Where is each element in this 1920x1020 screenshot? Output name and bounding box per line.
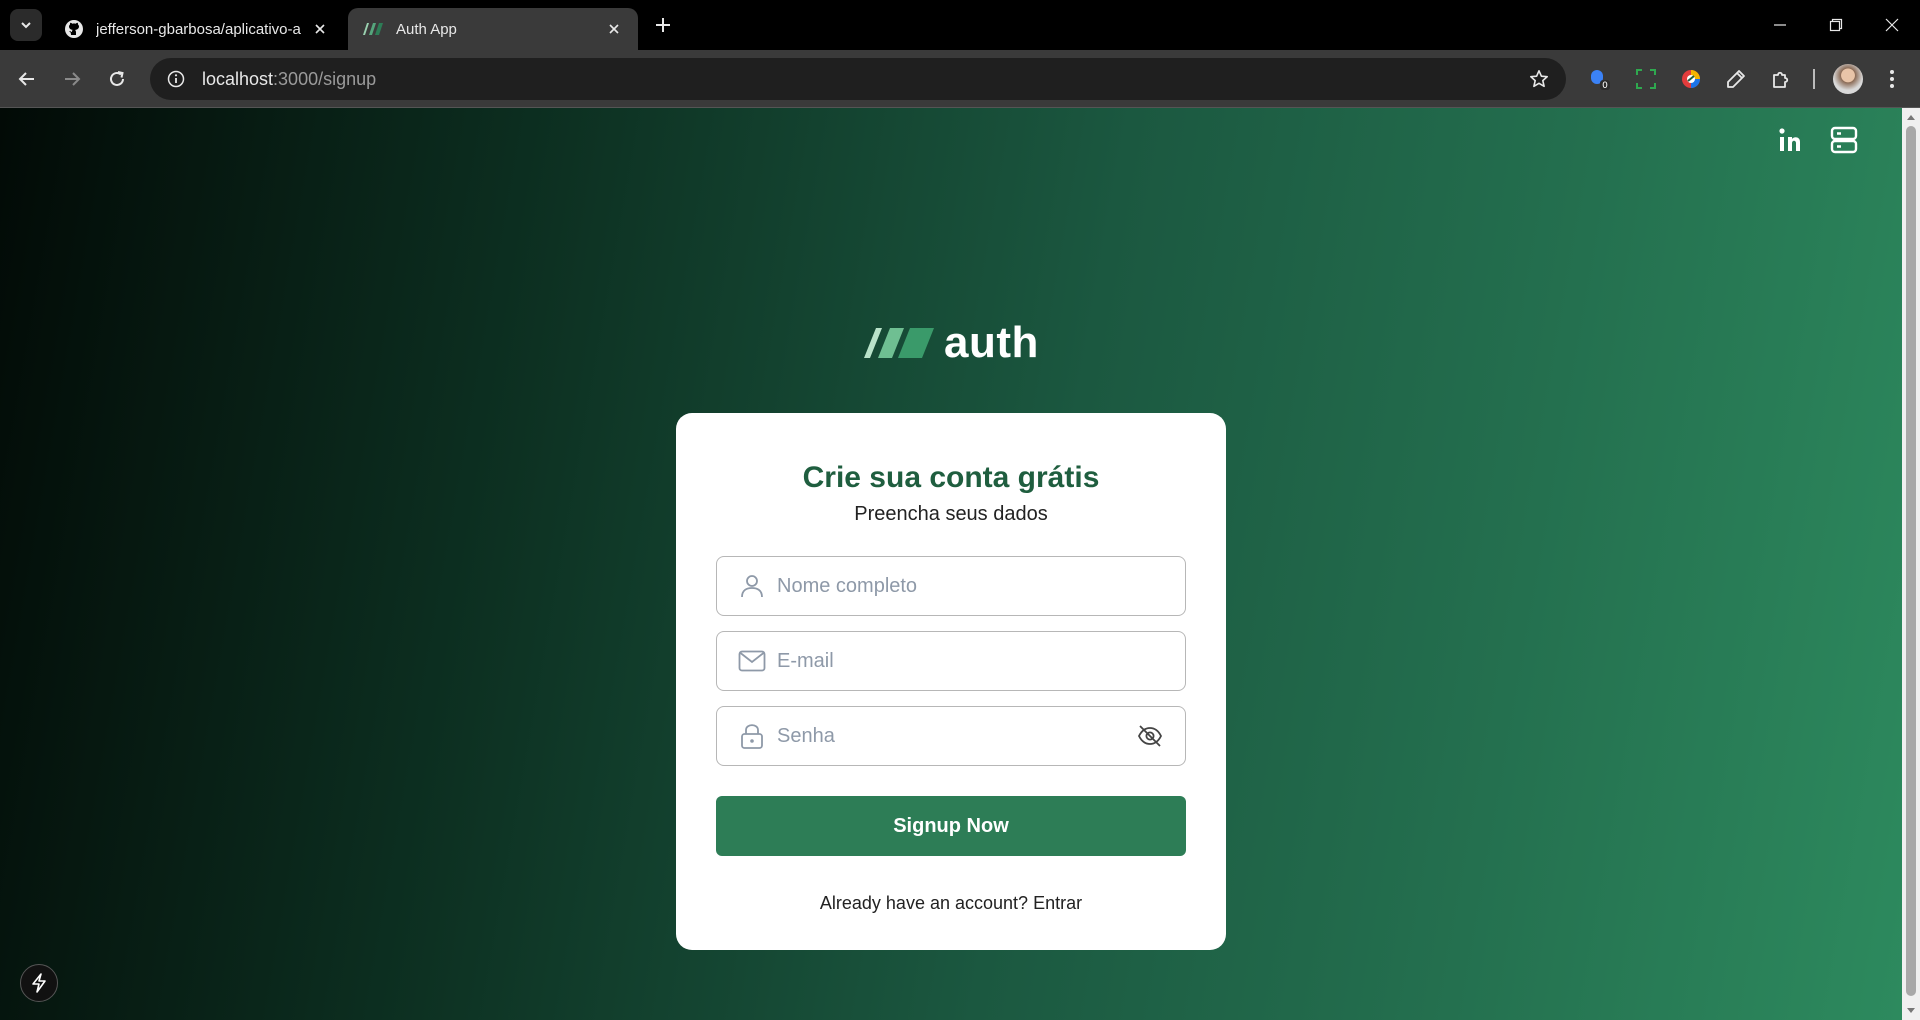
brand-logo: auth xyxy=(864,318,1039,368)
portfolio-icon[interactable] xyxy=(1828,124,1860,156)
plus-icon xyxy=(656,18,670,32)
page-title: Crie sua conta grátis xyxy=(802,461,1100,494)
extension-badge-icon[interactable]: 0 xyxy=(1585,64,1615,94)
devtools-badge[interactable] xyxy=(20,964,58,1002)
scroll-thumb[interactable] xyxy=(1906,126,1916,996)
tab-github[interactable]: jefferson-gbarbosa/aplicativo-a xyxy=(50,8,344,50)
svg-text:0: 0 xyxy=(1602,81,1608,91)
browser-menu-icon[interactable] xyxy=(1877,64,1907,94)
auth-logo-icon xyxy=(363,23,383,35)
close-icon[interactable] xyxy=(604,19,624,39)
github-icon xyxy=(65,20,83,38)
close-icon xyxy=(1885,18,1899,32)
tab-bar: jefferson-gbarbosa/aplicativo-a Auth App xyxy=(0,0,1920,50)
restore-button[interactable] xyxy=(1808,0,1864,50)
toolbar-divider xyxy=(1813,69,1815,89)
tab-search-button[interactable] xyxy=(10,9,42,41)
scroll-down-icon[interactable] xyxy=(1906,1006,1916,1016)
scroll-up-icon[interactable] xyxy=(1906,112,1916,122)
close-icon[interactable] xyxy=(310,19,330,39)
url-host: localhost xyxy=(202,68,274,89)
eye-off-icon[interactable] xyxy=(1135,721,1165,751)
site-info-icon[interactable] xyxy=(162,65,190,93)
auth-logo-icon xyxy=(864,328,934,358)
signup-button[interactable]: Signup Now xyxy=(716,796,1186,856)
lock-icon xyxy=(737,721,767,751)
tab-title: Auth App xyxy=(396,20,457,38)
brand-name: auth xyxy=(944,318,1039,367)
name-input[interactable] xyxy=(777,574,1185,598)
page-subtitle: Preencha seus dados xyxy=(854,503,1048,525)
restore-icon xyxy=(1829,18,1843,32)
url-text: localhost:3000/signup xyxy=(202,69,376,90)
email-input[interactable] xyxy=(777,649,1185,673)
minimize-icon xyxy=(1774,24,1786,26)
arrow-right-icon xyxy=(65,72,81,86)
chevron-down-icon xyxy=(21,22,31,29)
arrow-left-icon xyxy=(18,72,34,86)
reload-button[interactable] xyxy=(102,64,132,94)
profile-avatar[interactable] xyxy=(1833,64,1863,94)
page-scrollbar[interactable] xyxy=(1902,108,1920,1020)
password-field xyxy=(716,706,1186,766)
signup-card: Crie sua conta grátis Preencha seus dado… xyxy=(676,413,1226,950)
screenshot-extension-icon[interactable] xyxy=(1631,64,1661,94)
tab-title: jefferson-gbarbosa/aplicativo-a xyxy=(96,20,301,38)
social-links xyxy=(1776,124,1860,156)
linkedin-icon[interactable] xyxy=(1776,124,1808,156)
address-bar[interactable]: localhost:3000/signup xyxy=(150,58,1566,100)
close-window-button[interactable] xyxy=(1864,0,1920,50)
tab-auth-app[interactable]: Auth App xyxy=(348,8,638,50)
page-viewport: auth Crie sua conta grátis Preencha seus… xyxy=(0,108,1902,1020)
lightning-icon xyxy=(32,973,46,993)
new-tab-button[interactable] xyxy=(650,12,676,38)
window-controls xyxy=(1752,0,1920,50)
login-prompt-text: Already have an account? xyxy=(819,893,1029,913)
bookmark-star-icon[interactable] xyxy=(1526,66,1552,92)
forward-button[interactable] xyxy=(57,64,87,94)
eyedropper-icon[interactable] xyxy=(1721,64,1751,94)
color-extension-icon[interactable] xyxy=(1676,64,1706,94)
name-field xyxy=(716,556,1186,616)
reload-icon xyxy=(110,71,124,86)
url-path: :3000/signup xyxy=(273,68,377,89)
mail-icon xyxy=(737,646,767,676)
login-link[interactable]: Entrar xyxy=(1033,893,1082,913)
email-field xyxy=(716,631,1186,691)
extensions-puzzle-icon[interactable] xyxy=(1766,64,1796,94)
password-input[interactable] xyxy=(777,724,1135,748)
back-button[interactable] xyxy=(12,64,42,94)
browser-toolbar: localhost:3000/signup 0 xyxy=(0,50,1920,108)
user-icon xyxy=(737,571,767,601)
minimize-button[interactable] xyxy=(1752,0,1808,50)
login-prompt: Already have an account? Entrar xyxy=(676,893,1226,914)
